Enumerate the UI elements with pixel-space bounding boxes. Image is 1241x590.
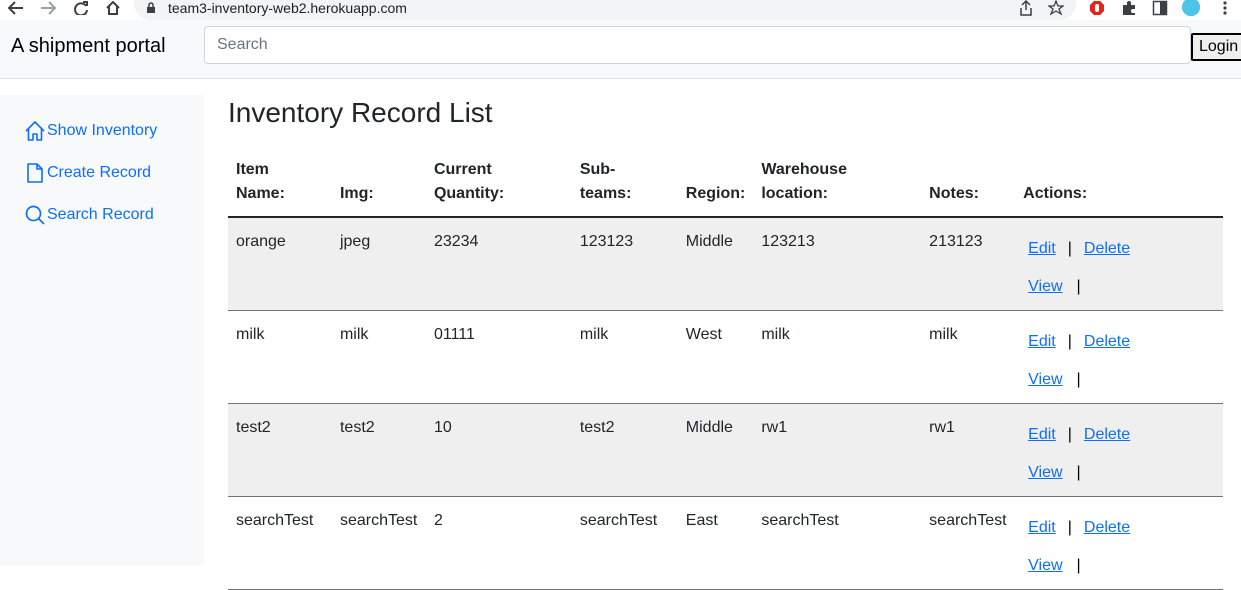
table-row: test2 test2 10 test2 Middle rw1 rw1 Edit… [228,403,1223,497]
cell-item-name: milk [228,310,332,404]
profile-avatar[interactable] [1181,0,1201,17]
cell-region: East [677,496,754,590]
delete-link[interactable]: Delete [1084,516,1130,540]
cell-location: 123213 [753,217,922,311]
column-header-item-name: Item Name: [228,150,332,218]
cell-img: jpeg [331,217,426,311]
cell-quantity: 2 [425,496,572,590]
cell-region: West [677,310,754,404]
menu-kebab-icon[interactable] [1215,0,1235,16]
view-link[interactable]: View [1023,554,1062,578]
delete-link[interactable]: Delete [1084,330,1130,354]
delete-link[interactable]: Delete [1084,423,1130,447]
page-title: Inventory Record List [228,97,493,128]
separator: | [1076,463,1081,481]
delete-link[interactable]: Delete [1084,237,1130,261]
back-icon[interactable] [6,0,26,16]
column-header-region: Region: [677,150,754,218]
home-icon [25,121,45,141]
cell-item-name: test2 [228,403,332,497]
cell-subteams: test2 [571,403,678,497]
table-row: milk milk 01111 milk West milk milk Edit… [228,310,1223,404]
file-icon [27,163,43,183]
cell-region: Middle [677,217,754,311]
reload-icon[interactable] [71,0,91,16]
cell-img: searchTest [331,496,426,590]
search-icon [25,205,45,225]
home-browser-icon[interactable] [103,0,123,16]
edit-link[interactable]: Edit [1023,423,1056,447]
sidebar-item-label: Search Record [47,206,154,223]
separator: | [1076,556,1081,574]
table-header-row: Item Name: Img: Current Quantity: Sub-team… [228,150,1223,218]
edit-link[interactable]: Edit [1023,237,1056,261]
separator: | [1076,278,1081,295]
column-header-location: Warehouse location: [753,150,922,218]
search-input[interactable] [204,26,1191,64]
column-header-quantity: Current Quantity: [425,150,572,218]
cell-notes: searchTest [921,496,1016,590]
table-row: orange jpeg 23234 123123 Middle 123213 2… [228,217,1223,311]
sidebar-item-show-inventory[interactable]: Show Inventory [24,120,157,142]
column-header-img: Img: [331,150,426,218]
login-button[interactable]: Login [1191,33,1241,61]
browser-toolbar: team3-inventory-web2.herokuapp.com [0,0,1241,20]
cell-region: Middle [677,403,754,497]
separator: | [1067,425,1072,443]
cell-quantity: 01111 [425,310,572,404]
adblock-extension-icon[interactable] [1087,0,1107,16]
view-link[interactable]: View [1023,368,1062,392]
cell-notes: milk [921,310,1016,404]
cell-location: searchTest [753,496,922,590]
cell-item-name: searchTest [228,496,332,590]
cell-notes: 213123 [921,217,1016,311]
app-navbar: A shipment portal Login [0,20,1241,67]
view-link[interactable]: View [1023,461,1062,485]
cell-location: rw1 [753,403,922,497]
sidebar-item-search-record[interactable]: Search Record [24,204,154,226]
cell-notes: rw1 [921,403,1016,497]
share-icon[interactable] [1016,0,1036,16]
sidebar: Show Inventory Create Record Search Reco… [0,95,204,565]
separator: | [1067,332,1072,350]
sidebar-item-label: Create Record [47,164,152,181]
cell-quantity: 23234 [425,217,572,311]
url-text[interactable]: team3-inventory-web2.herokuapp.com [168,0,407,16]
extensions-puzzle-icon[interactable] [1119,0,1139,16]
brand-title[interactable]: A shipment portal [11,35,166,58]
forward-icon[interactable] [38,0,58,16]
cell-item-name: orange [228,217,332,311]
edit-link[interactable]: Edit [1023,330,1056,354]
cell-subteams: searchTest [571,496,678,590]
cell-location: milk [753,310,922,404]
cell-actions: Edit | Delete View | [1015,310,1223,404]
column-header-subteams: Sub-teams: [571,150,678,218]
column-header-notes: Notes: [921,150,1016,218]
cell-actions: Edit | Delete View | [1015,496,1223,590]
sidepanel-icon[interactable] [1150,0,1170,16]
sidebar-item-label: Show Inventory [47,122,158,139]
cell-quantity: 10 [425,403,572,497]
cell-img: milk [331,310,426,404]
cell-subteams: milk [571,310,678,404]
separator: | [1076,370,1081,388]
bookmark-star-icon[interactable] [1046,0,1066,16]
view-link[interactable]: View [1023,275,1062,299]
cell-img: test2 [331,403,426,497]
edit-link[interactable]: Edit [1023,516,1056,540]
separator: | [1067,240,1072,257]
navbar-divider [0,67,1241,79]
table-row: searchTest searchTest 2 searchTest East … [228,496,1223,590]
column-header-actions: Actions: [1015,150,1223,218]
cell-actions: Edit | Delete View | [1015,217,1223,311]
sidebar-item-create-record[interactable]: Create Record [24,162,151,184]
cell-subteams: 123123 [571,217,678,311]
cell-actions: Edit | Delete View | [1015,403,1223,497]
separator: | [1067,518,1072,536]
lock-icon [146,1,156,19]
inventory-table: Item Name: Img: Current Quantity: Sub-team… [228,150,1223,590]
